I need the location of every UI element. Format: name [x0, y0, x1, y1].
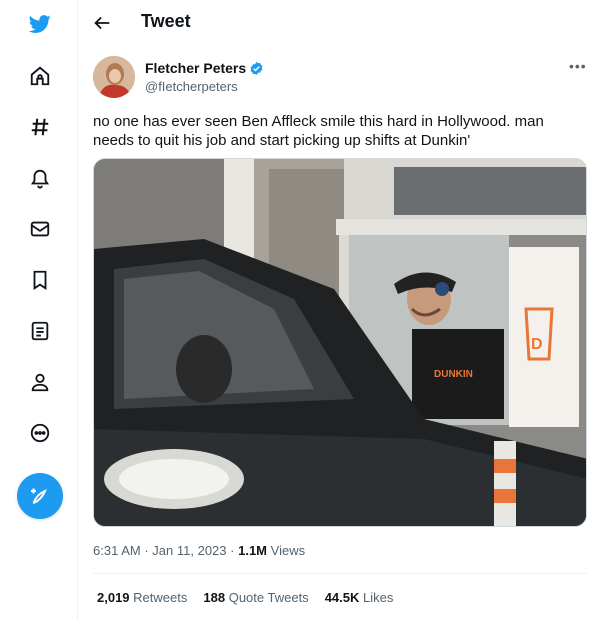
list-icon[interactable] — [26, 317, 54, 345]
twitter-bird-icon[interactable] — [26, 10, 54, 38]
mail-icon[interactable] — [26, 215, 54, 243]
sidebar-nav — [0, 0, 78, 620]
likes-label: Likes — [363, 590, 394, 605]
tweet-text: no one has ever seen Ben Affleck smile t… — [93, 113, 544, 149]
retweets-count: 2,019 — [97, 590, 130, 605]
quotes-count: 188 — [203, 590, 226, 605]
meta-separator-2: · — [230, 543, 235, 558]
hashtag-icon[interactable] — [26, 113, 54, 141]
tweet-time[interactable]: 6:31 AM — [93, 543, 141, 558]
author-name[interactable]: Fletcher Peters — [145, 60, 264, 76]
engagement-stats: 2,019 Retweets 188 Quote Tweets 44.5K Li… — [97, 590, 393, 605]
retweets-label: Retweets — [133, 590, 188, 605]
author-name-text[interactable]: Fletcher Peters — [145, 60, 246, 76]
bell-icon[interactable] — [26, 164, 54, 192]
views-count: 1.1M — [238, 543, 268, 558]
svg-text:DUNKIN: DUNKIN — [434, 369, 473, 380]
author-handle[interactable]: @fIetcherpeters — [145, 79, 238, 94]
likes-stat[interactable]: 44.5K Likes — [325, 590, 394, 605]
quotes-label: Quote Tweets — [228, 590, 309, 605]
page-title: Tweet — [141, 11, 191, 31]
main-column: Tweet Fletcher Peters @fIetcherpeters ••… — [79, 0, 600, 620]
meta-separator: · — [144, 543, 149, 558]
svg-text:D: D — [531, 336, 543, 353]
back-arrow-icon[interactable] — [91, 12, 113, 34]
tweet-date[interactable]: Jan 11, 2023 — [152, 543, 226, 558]
likes-count: 44.5K — [324, 590, 360, 605]
tweet-meta: 6:31 AM · Jan 11, 2023 · 1.1M Views — [93, 543, 305, 558]
more-circle-icon[interactable] — [26, 419, 54, 447]
tweet-header: Tweet — [79, 0, 600, 46]
divider — [93, 573, 587, 574]
quote-tweets-stat[interactable]: 188 Quote Tweets — [203, 590, 308, 605]
compose-button[interactable] — [17, 473, 63, 519]
retweets-stat[interactable]: 2,019 Retweets — [97, 590, 187, 605]
avatar[interactable] — [93, 56, 135, 98]
more-dots-icon[interactable]: ••• — [569, 58, 587, 74]
home-icon[interactable] — [26, 62, 54, 90]
bookmark-icon[interactable] — [26, 266, 54, 294]
compose-icon — [31, 488, 47, 504]
tweet-photo[interactable]: D DUNKIN — [93, 158, 587, 527]
verified-badge-icon — [250, 61, 263, 75]
views-label: Views — [270, 543, 306, 558]
profile-icon[interactable] — [26, 368, 54, 396]
